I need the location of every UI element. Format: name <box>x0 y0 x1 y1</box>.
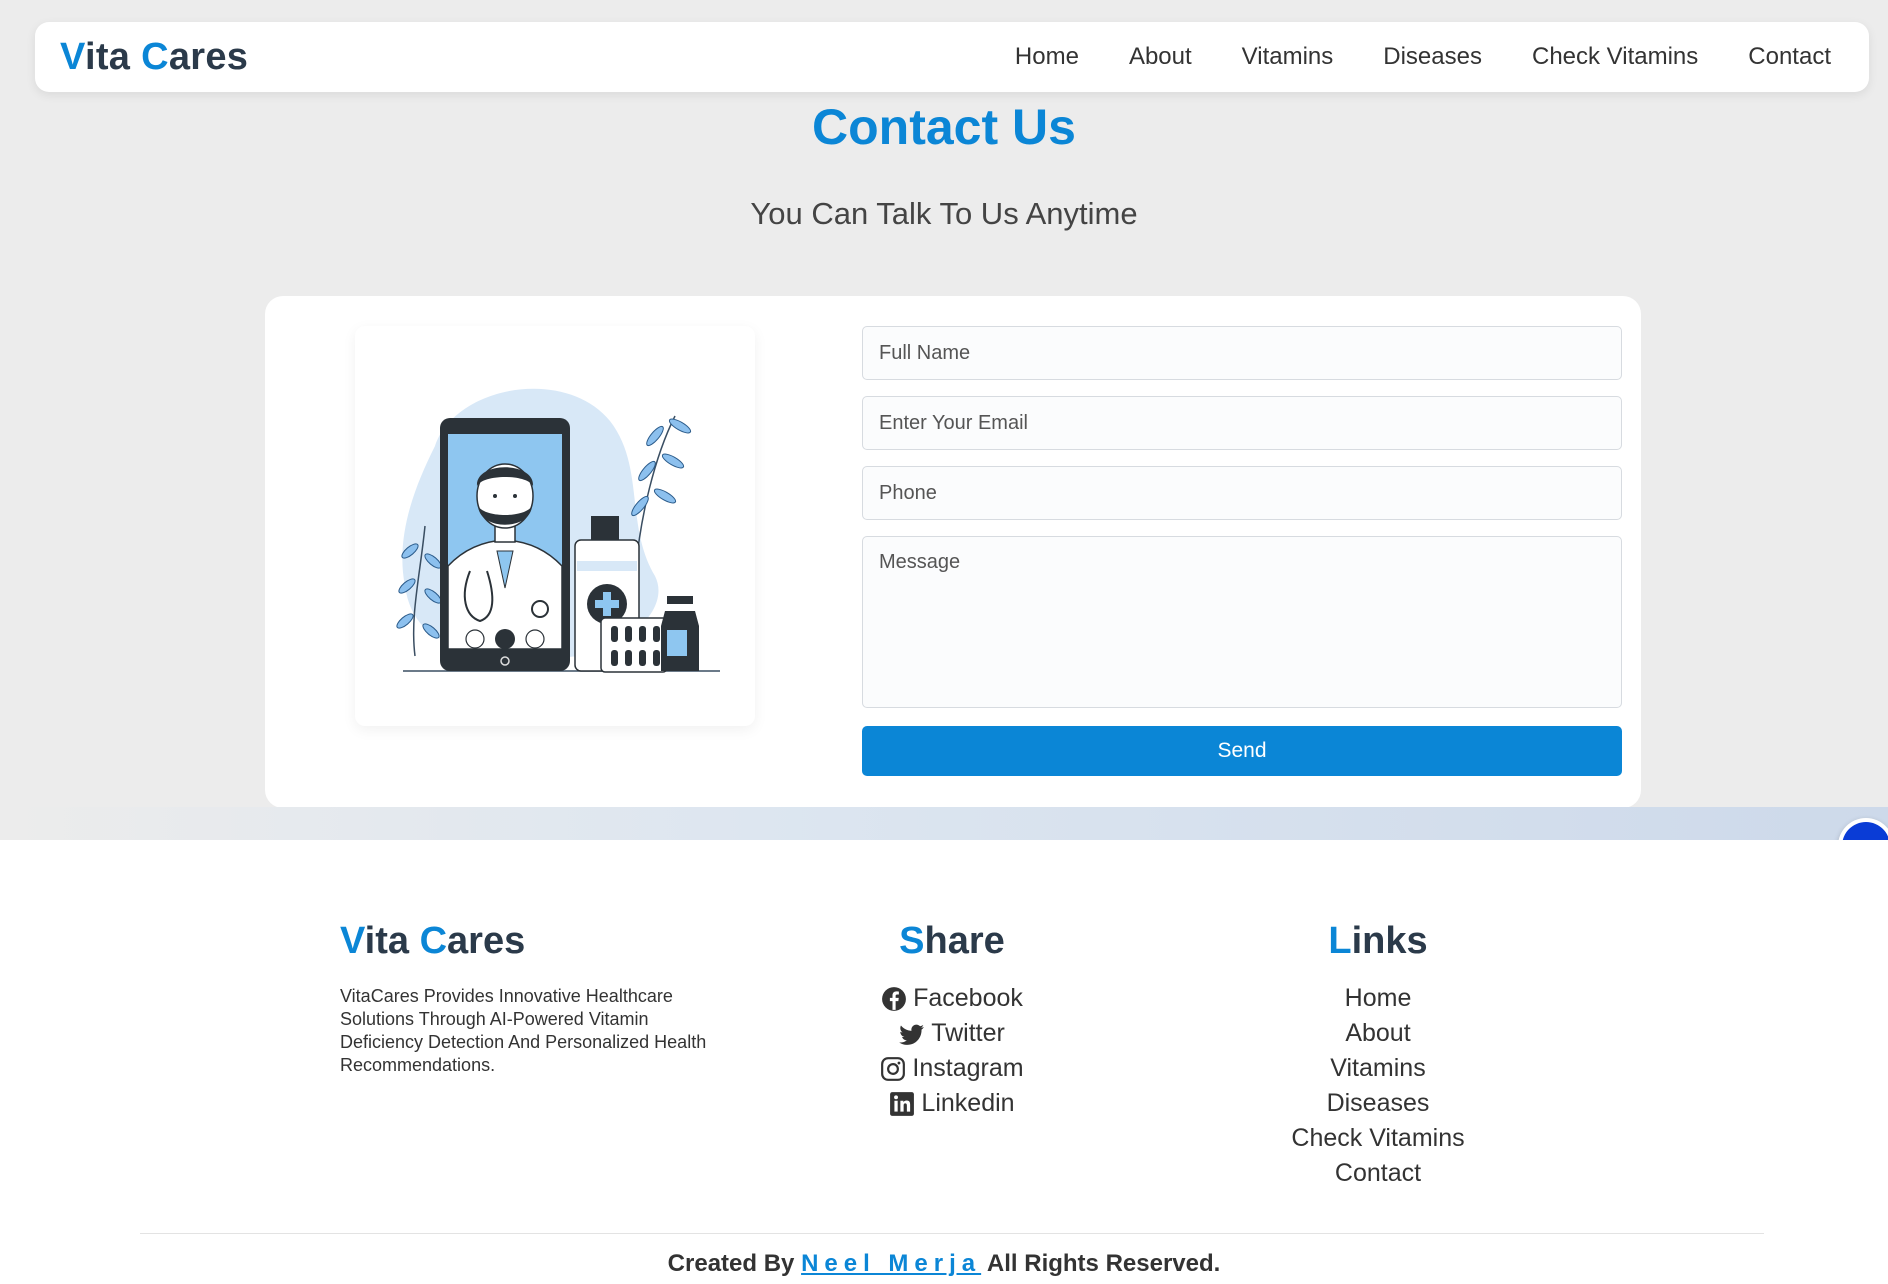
share-linkedin[interactable]: Linkedin <box>852 1086 1052 1121</box>
share-instagram[interactable]: Instagram <box>852 1051 1052 1086</box>
footer-credits: Created By Neel Merja All Rights Reserve… <box>0 1250 1888 1278</box>
footer-link-check-vitamins[interactable]: Check Vitamins <box>1278 1121 1478 1156</box>
facebook-icon <box>882 986 907 1011</box>
footer-brand: Vita Cares VitaCares Provides Innovative… <box>340 920 720 1077</box>
page-subtitle: You Can Talk To Us Anytime <box>750 196 1138 231</box>
footer-description: VitaCares Provides Innovative Healthcare… <box>340 986 707 1075</box>
logo-letter-c: C <box>141 35 169 78</box>
footer-links-section: Links Home About Vitamins Diseases Check… <box>1278 920 1478 1191</box>
share-linkedin-label: Linkedin <box>921 1089 1015 1117</box>
instagram-icon <box>881 1056 906 1081</box>
footer-logo[interactable]: Vita Cares <box>340 920 720 963</box>
footer-link-diseases[interactable]: Diseases <box>1278 1086 1478 1121</box>
section-divider-wave <box>0 807 1888 841</box>
footer-link-vitamins[interactable]: Vitamins <box>1278 1051 1478 1086</box>
share-heading-first: S <box>899 920 925 962</box>
author-link[interactable]: Neel Merja <box>801 1250 981 1277</box>
share-twitter-label: Twitter <box>931 1019 1005 1047</box>
share-list: Facebook Twitter Instagram Linkedin <box>852 981 1052 1121</box>
logo-letter-v: V <box>60 35 85 78</box>
site-logo[interactable]: Vita Cares <box>60 36 248 79</box>
page-title: Contact Us <box>812 99 1076 155</box>
credits-prefix: Created By <box>667 1250 802 1277</box>
share-instagram-label: Instagram <box>912 1054 1024 1082</box>
footer: Vita Cares VitaCares Provides Innovative… <box>0 840 1888 1284</box>
share-twitter[interactable]: Twitter <box>852 1016 1052 1051</box>
share-facebook-label: Facebook <box>913 984 1023 1012</box>
links-heading-first: L <box>1328 920 1352 962</box>
linkedin-icon <box>890 1091 915 1116</box>
nav-link-about[interactable]: About <box>1129 43 1192 71</box>
nav-menu: Home About Vitamins Diseases Check Vitam… <box>1015 43 1831 71</box>
nav-link-home[interactable]: Home <box>1015 43 1079 71</box>
full-name-input[interactable] <box>862 326 1622 380</box>
doctor-phone-illustration <box>396 388 720 673</box>
footer-logo-text-ita: ita <box>364 920 420 962</box>
footer-link-about[interactable]: About <box>1278 1016 1478 1051</box>
message-textarea[interactable] <box>862 536 1622 708</box>
share-heading-rest: hare <box>924 920 1005 962</box>
email-input[interactable] <box>862 396 1622 450</box>
doctor-illustration <box>355 326 755 726</box>
links-heading: Links <box>1278 920 1478 963</box>
logo-text-ita: ita <box>84 35 142 78</box>
send-button[interactable]: Send <box>862 726 1622 776</box>
phone-input[interactable] <box>862 466 1622 520</box>
logo-text-ares: ares <box>168 35 249 78</box>
nav-link-diseases[interactable]: Diseases <box>1383 43 1482 71</box>
credits-suffix: All Rights Reserved. <box>981 1250 1221 1277</box>
nav-link-check-vitamins[interactable]: Check Vitamins <box>1532 43 1698 71</box>
footer-divider <box>140 1233 1764 1234</box>
share-heading: Share <box>852 920 1052 963</box>
footer-logo-letter-v: V <box>340 920 365 962</box>
footer-share-section: Share Facebook Twitter Instagram Linkedi… <box>852 920 1052 1121</box>
nav-link-vitamins[interactable]: Vitamins <box>1242 43 1334 71</box>
footer-link-home[interactable]: Home <box>1278 981 1478 1016</box>
contact-card: Send <box>265 296 1641 808</box>
share-facebook[interactable]: Facebook <box>852 981 1052 1016</box>
footer-link-contact[interactable]: Contact <box>1278 1156 1478 1191</box>
navbar: Vita Cares Home About Vitamins Diseases … <box>35 22 1869 92</box>
nav-link-contact[interactable]: Contact <box>1748 43 1831 71</box>
twitter-icon <box>899 1024 925 1045</box>
footer-links-list: Home About Vitamins Diseases Check Vitam… <box>1278 981 1478 1191</box>
footer-logo-text-ares: ares <box>447 920 526 962</box>
footer-logo-letter-c: C <box>419 920 448 962</box>
links-heading-rest: inks <box>1351 920 1428 962</box>
